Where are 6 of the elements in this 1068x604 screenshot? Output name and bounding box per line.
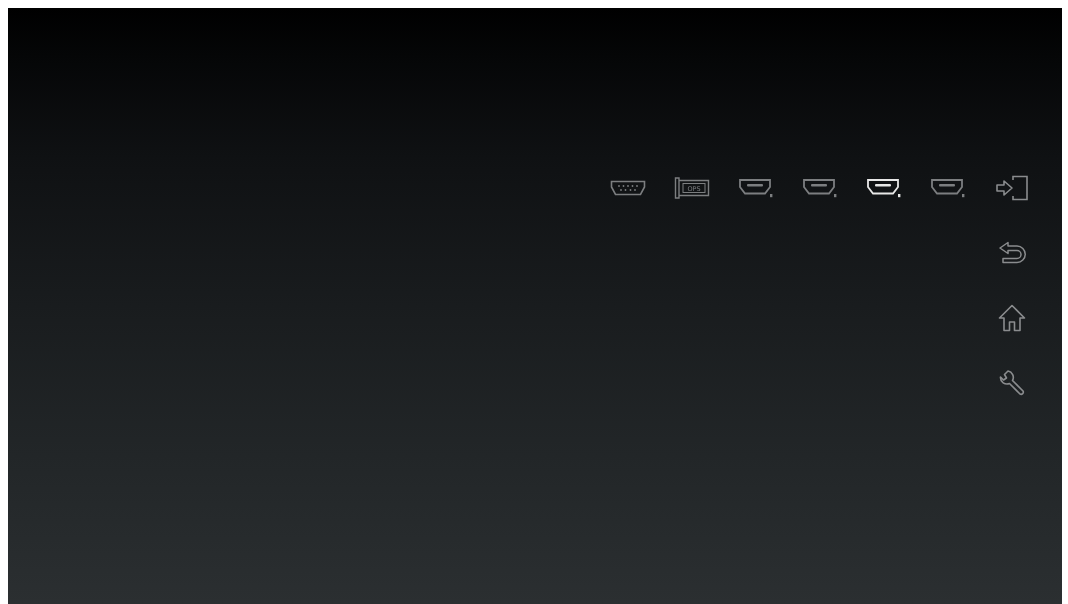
hdmi-port-icon[interactable] (866, 178, 902, 198)
settings-icon[interactable] (998, 369, 1026, 397)
input-source-icon[interactable] (994, 175, 1030, 201)
back-icon[interactable] (997, 241, 1027, 265)
vga-port-icon[interactable] (610, 180, 646, 196)
home-icon[interactable] (998, 304, 1026, 332)
